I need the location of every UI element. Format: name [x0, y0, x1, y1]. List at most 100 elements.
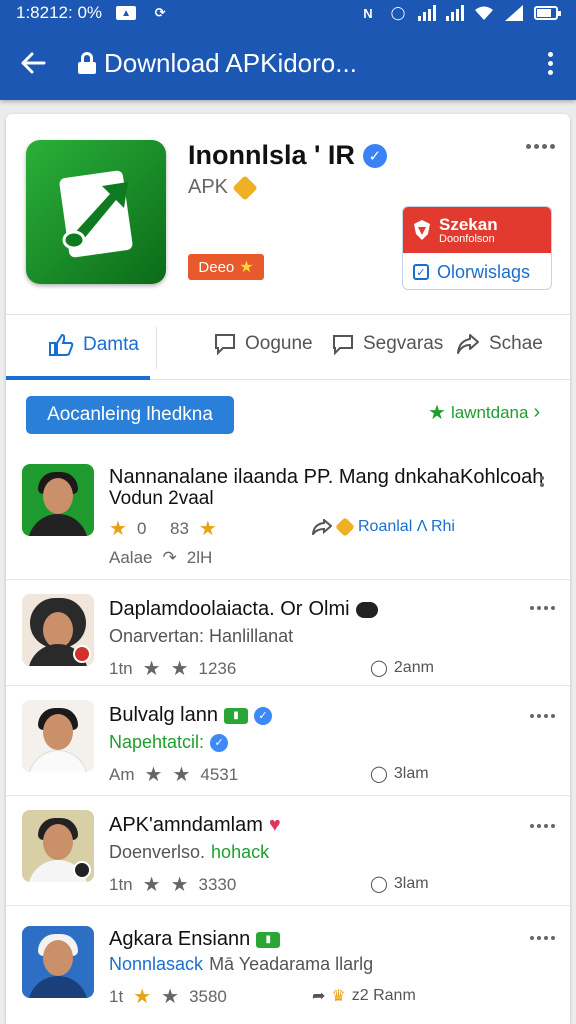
star-icon: ★ [142, 658, 161, 680]
verified-icon: ✓ [253, 706, 272, 725]
filter-chip-label: Aocanleing lhedkna [47, 404, 213, 425]
back-arrow-icon[interactable] [16, 46, 50, 80]
app-tag[interactable]: Deeo ★ [188, 254, 264, 280]
url-bar[interactable]: Download APKidoro... [78, 48, 538, 79]
app-icon[interactable] [26, 140, 166, 284]
verified-icon: ✓ [210, 733, 229, 752]
badge-icon: ▮ [223, 707, 248, 724]
badge-icon: ▮ [256, 931, 281, 948]
app-more-icon[interactable] [526, 144, 555, 149]
signal-icon [418, 5, 436, 21]
list-item[interactable]: Nannanalane ilaanda PP. Mang dnkahaKohlc… [6, 452, 570, 580]
item-title: Nannanalane ilaanda PP. Mang dnkahaKohlc… [109, 466, 544, 488]
more-icon[interactable] [530, 606, 555, 610]
app-subtitle-text: APK [188, 176, 229, 198]
heart-icon: ♥ [268, 814, 281, 836]
share-icon: ➦ [312, 988, 326, 1005]
item-title: Daplamdoolaiacta. Or Olmi [109, 598, 378, 621]
item-title: Bulvalg lann ▮ ✓ [109, 704, 272, 727]
app-tag-label: Deeo [198, 258, 235, 276]
tab-schae[interactable]: Schae [456, 333, 543, 355]
tab-segvaras-label: Segvaras [363, 333, 444, 354]
tab-schae-label: Schae [489, 333, 543, 354]
item-comments[interactable]: ◯ 3lam [370, 874, 429, 894]
star-icon: ★ [144, 764, 163, 786]
star-icon: ★ [198, 518, 217, 540]
status-bar: 1:8212: 0% ▲ ⟳ N ◯ [0, 0, 576, 26]
star-icon: ★ [133, 986, 152, 1008]
app-bar: Download APKidoro... [0, 26, 576, 100]
item-subtitle: Doenverlso. hohack [109, 842, 270, 862]
tab-damta[interactable]: Damta [48, 333, 139, 357]
star-icon: ★ [161, 986, 180, 1008]
reply-icon: ↷ [162, 548, 177, 567]
photo-icon: ▲ [116, 6, 137, 20]
comment-icon: ◯ [370, 660, 388, 677]
message-icon [333, 335, 353, 355]
app-title-text: Inonnlsla ' IR [188, 140, 355, 170]
tab-oogune[interactable]: Oogune [214, 333, 313, 355]
share-icon [457, 334, 479, 354]
star-icon: ★ [172, 764, 191, 786]
item-subtitle: Napehtatcil: ✓ [109, 732, 229, 753]
comment-icon: ◯ [370, 766, 388, 783]
list-item[interactable]: Daplamdoolaiacta. Or Olmi Onarvertan: Ha… [6, 580, 570, 686]
list-item[interactable]: Bulvalg lann ▮ ✓ Napehtatcil: ✓ Am ★ ★ 4… [6, 686, 570, 796]
top-bar: 1:8212: 0% ▲ ⟳ N ◯ Download APKidoro... [0, 0, 576, 100]
list-item[interactable]: Agkara Ensiann ▮ Nonnlasack Mā Yeadarama… [6, 906, 570, 1024]
more-icon[interactable] [540, 476, 544, 487]
crown-icon: ♛ [331, 988, 346, 1005]
link-icon [355, 601, 378, 618]
avatar [22, 464, 94, 536]
cellular-icon [504, 5, 524, 21]
overflow-menu-icon[interactable] [538, 46, 562, 80]
download-box-subtitle: Doonfolson [439, 232, 495, 245]
trending-link[interactable]: ★ lawntdana › [428, 400, 540, 425]
item-comments[interactable]: ➦ ♛ z2 Ranm [312, 986, 416, 1006]
download-button[interactable]: ✓ Olorwislags [403, 253, 551, 289]
more-icon[interactable] [530, 936, 555, 940]
tab-oogune-label: Oogune [245, 333, 313, 354]
avatar [22, 926, 94, 998]
item-subtitle: Nonnlasack Mā Yeadarama llarlg [109, 954, 374, 974]
item-comments[interactable]: ◯ 3lam [370, 764, 429, 784]
tab-segvaras[interactable]: Segvaras [332, 333, 443, 355]
item-meta: 1tn ★ ★ 3330 [109, 874, 237, 896]
download-box[interactable]: Szekan Doonfolson ✓ Olorwislags [402, 206, 552, 290]
comment-icon: ◯ [370, 876, 388, 893]
wifi-icon [474, 5, 494, 21]
diamond-icon [335, 517, 355, 537]
share-icon [312, 519, 332, 535]
item-title: Agkara Ensiann ▮ [109, 928, 281, 951]
app-header: Inonnlsla ' IR ✓ APK Deeo ★ Szekan Doonf… [6, 114, 570, 314]
star-icon: ★ [170, 658, 189, 680]
avatar [22, 700, 94, 772]
download-box-title: Szekan [439, 214, 498, 234]
more-icon[interactable] [530, 714, 555, 718]
thumbs-up-icon [49, 333, 74, 356]
page-title: Download APKidoro... [104, 47, 357, 78]
battery-icon [534, 6, 561, 20]
item-action[interactable]: Roanlal Λ Rhi [312, 517, 455, 537]
more-icon[interactable] [530, 824, 555, 828]
trending-label: lawntdana [450, 402, 529, 422]
item-comments[interactable]: ◯ 2anm [370, 658, 434, 678]
star-icon: ★ [428, 402, 446, 424]
content-card: Inonnlsla ' IR ✓ APK Deeo ★ Szekan Doonf… [6, 114, 570, 1024]
item-rating: ★ 0 83 ★ [109, 518, 217, 540]
comment-icon [215, 334, 235, 355]
verified-icon: ✓ [362, 143, 387, 168]
sync-icon: ⟳ [154, 5, 166, 20]
item-subtitle: Vodun 2vaal [109, 488, 214, 509]
star-icon: ★ [239, 259, 254, 276]
download-box-top[interactable]: Szekan Doonfolson [403, 207, 551, 253]
tab-active-indicator [6, 376, 150, 380]
item-meta: 1t ★ ★ 3580 [109, 986, 227, 1008]
star-icon: ★ [142, 874, 161, 896]
tab-damta-label: Damta [83, 334, 139, 355]
tab-divider [156, 327, 157, 369]
nfc-icon: N [363, 5, 373, 21]
alarm-icon: ◯ [390, 5, 406, 20]
filter-chip[interactable]: Aocanleing lhedkna [26, 396, 234, 434]
list-item[interactable]: APK'amndamlam ♥ Doenverlso. hohack 1tn ★… [6, 796, 570, 906]
